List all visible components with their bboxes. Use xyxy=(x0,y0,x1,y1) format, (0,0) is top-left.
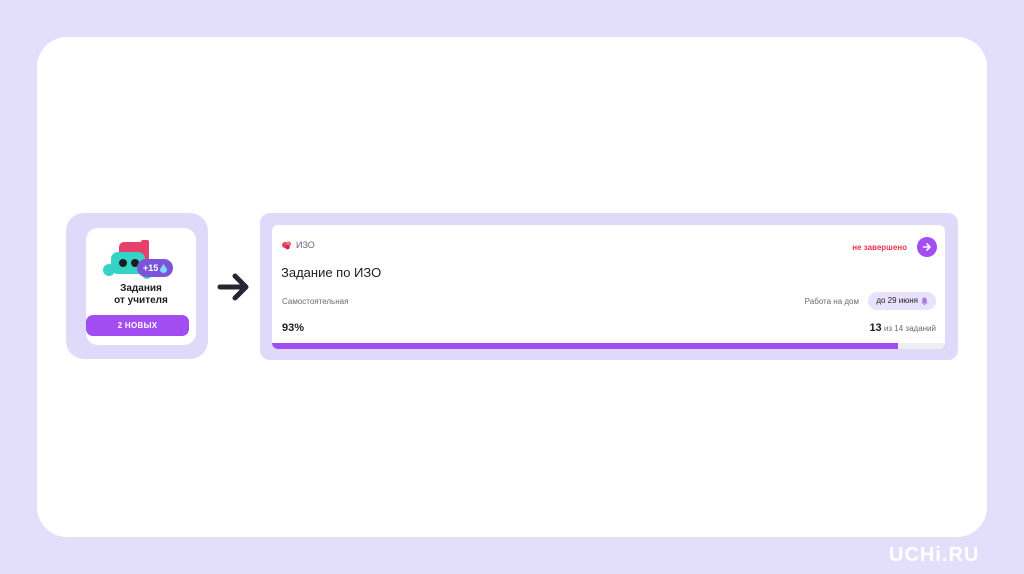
task-counter: 13 из 14 заданий xyxy=(869,322,936,334)
paint-palette-icon xyxy=(282,240,292,249)
progress-fill xyxy=(272,343,898,349)
widget-title-line1: Задания xyxy=(120,283,162,294)
drop-icon xyxy=(160,263,168,273)
brand-logo: UCHi.RU xyxy=(889,544,980,566)
task-title: Задание по ИЗО xyxy=(281,265,382,280)
deadline-text: до 29 июня xyxy=(876,296,918,305)
completion-percent: 93% xyxy=(282,322,305,334)
coin-badge: +15 xyxy=(137,259,174,277)
widget-title-line2: от учителя xyxy=(114,295,168,306)
arrow-right-icon xyxy=(217,273,249,301)
deadline-badge: до 29 июня xyxy=(868,292,936,310)
total-text: из 14 заданий xyxy=(883,324,936,333)
widget-title: Задания от учителя xyxy=(86,283,196,307)
progress-track xyxy=(272,343,945,349)
status-label: не завершено xyxy=(852,243,907,252)
arrow-right-icon xyxy=(922,243,931,251)
task-card[interactable]: ИЗО не завершено Задание по ИЗО Самостоя… xyxy=(272,225,945,349)
open-task-button[interactable] xyxy=(917,237,937,257)
subject-name: ИЗО xyxy=(296,240,315,250)
coin-badge-value: +15 xyxy=(143,263,159,273)
work-type: Работа на дом xyxy=(804,297,859,306)
subject-label: ИЗО xyxy=(282,240,315,250)
done-count: 13 xyxy=(869,322,882,334)
bell-icon xyxy=(921,297,928,305)
new-tasks-button[interactable]: 2 НОВЫХ xyxy=(86,315,189,336)
task-type: Самостоятельная xyxy=(282,297,349,306)
